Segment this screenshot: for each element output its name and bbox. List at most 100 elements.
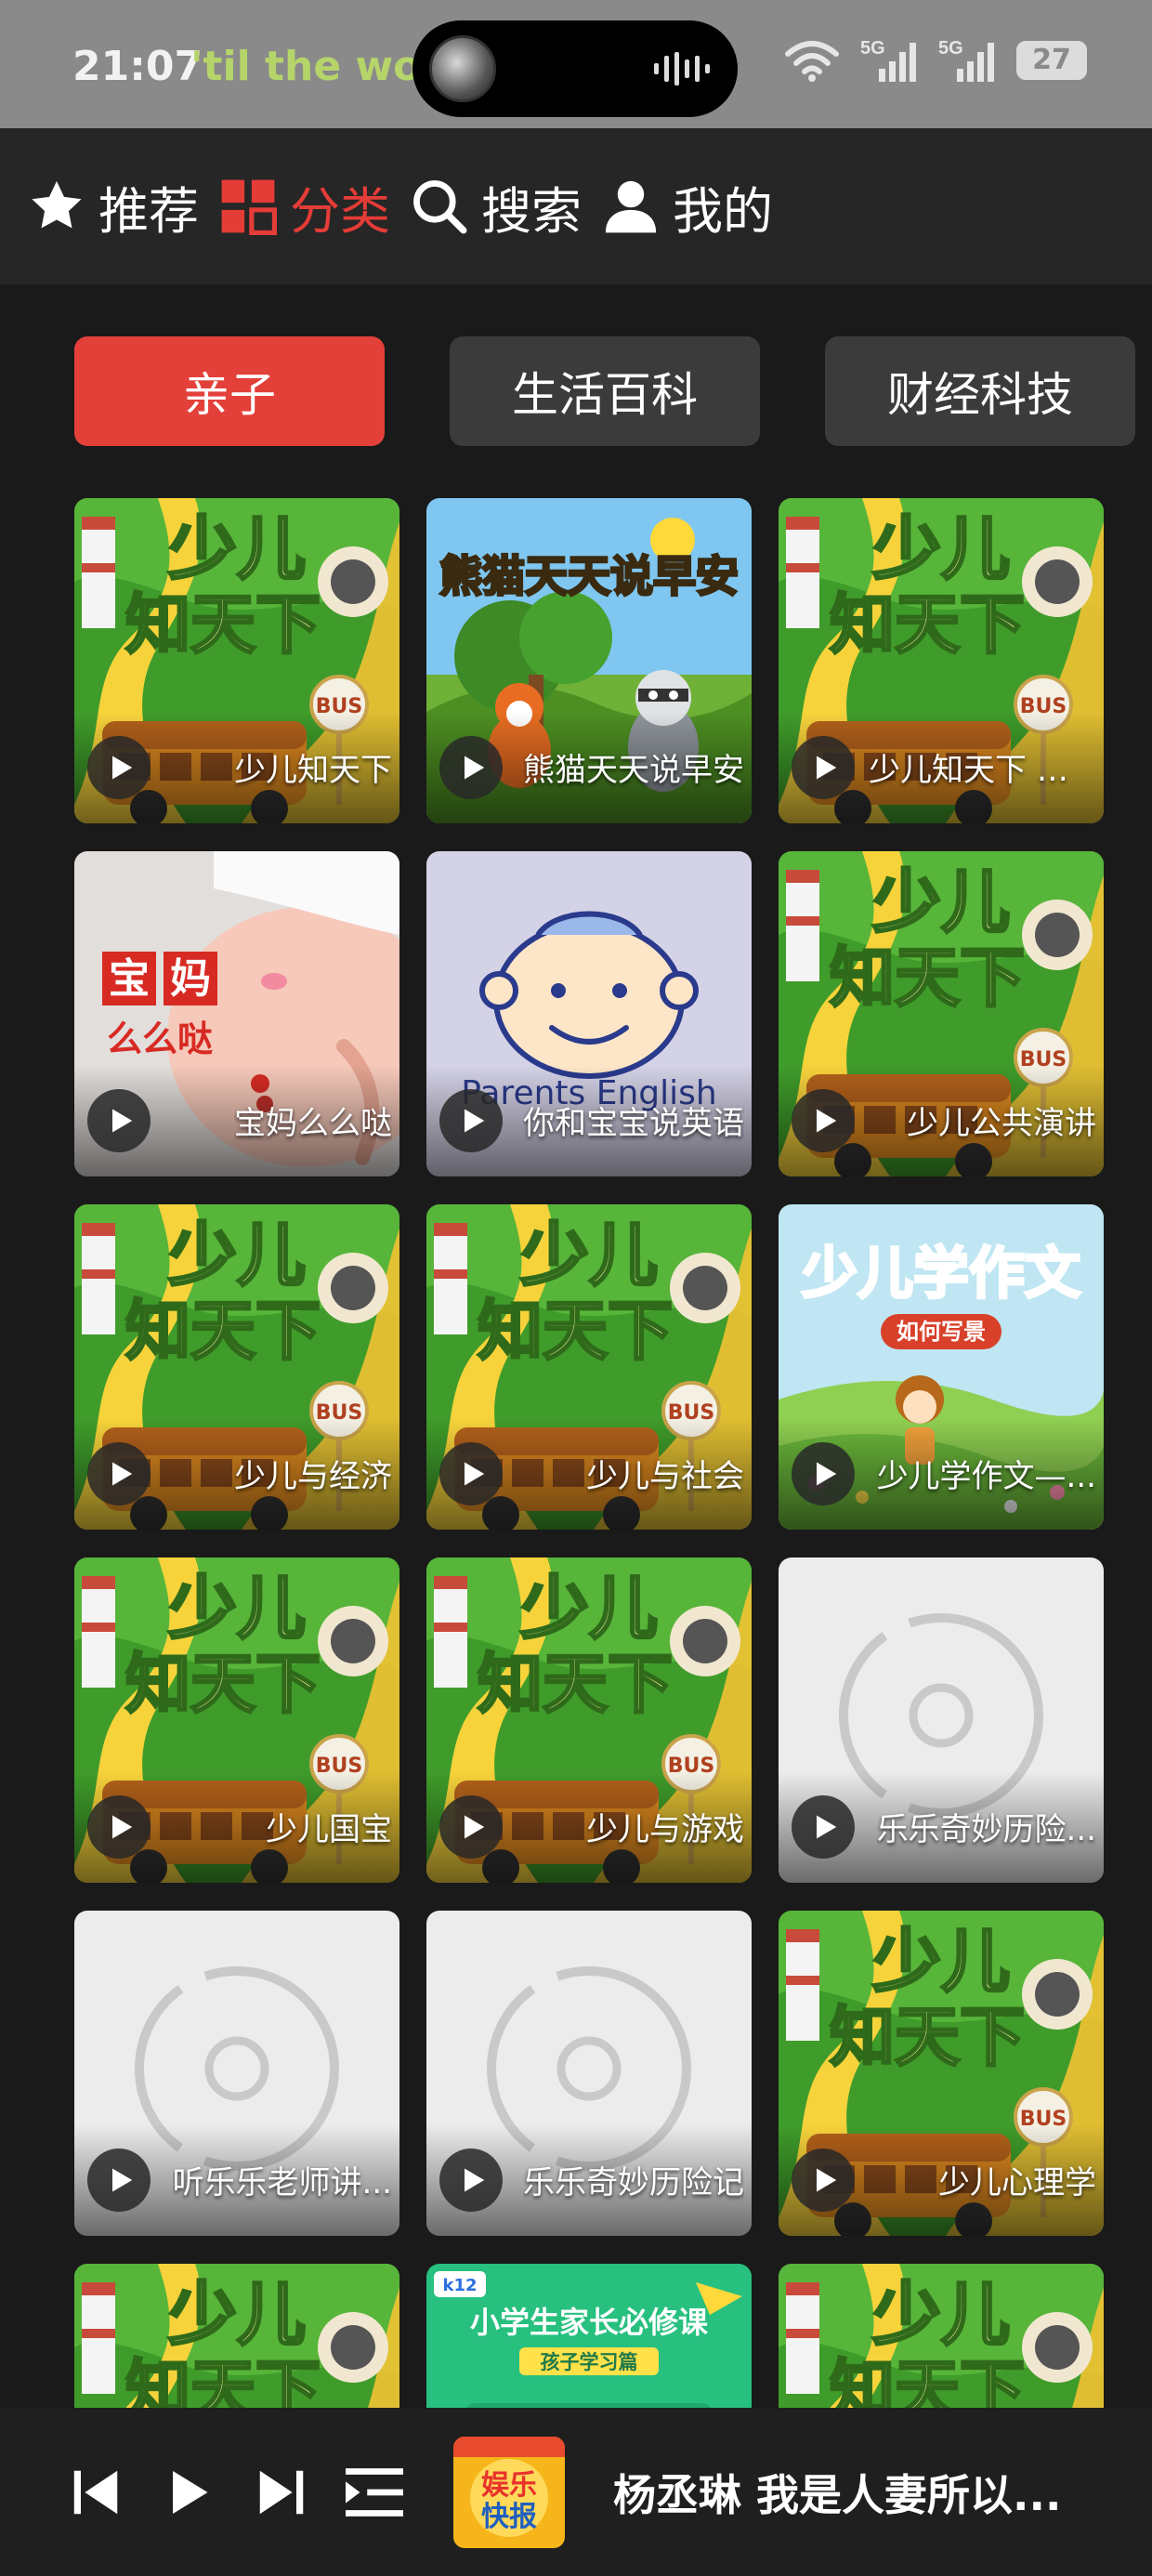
album-title: 少儿知天下 [234, 752, 392, 789]
play-button[interactable] [439, 736, 503, 799]
svg-text:如何写景: 如何写景 [897, 1319, 986, 1345]
album-card[interactable]: 熊猫天天说早安 熊猫天天说早安 [426, 498, 752, 823]
tab-finance-tech[interactable]: 财经科技 [825, 336, 1135, 446]
album-card[interactable]: 听乐乐老师讲... [74, 1911, 399, 2236]
play-button[interactable] [792, 1795, 855, 1859]
play-icon [464, 1462, 484, 1486]
album-card[interactable]: 少儿 知天下 BUS 少儿知天下 拆条 [779, 498, 1104, 823]
now-playing-cover[interactable]: 娱乐 快报 [453, 2436, 565, 2548]
album-card[interactable]: Parents English 你和宝宝说英语 [426, 851, 752, 1176]
album-title: 你和宝宝说英语 [523, 1105, 744, 1142]
album-card[interactable]: 少儿学作文 如何写景 少儿学作文—... [779, 1204, 1104, 1530]
album-card[interactable]: 少儿 知天下 BUS 少儿与游戏 [426, 1557, 752, 1883]
svg-text:少儿: 少儿 [168, 509, 306, 589]
now-playing-title[interactable]: 杨丞琳 我是人妻所以... [613, 2462, 1061, 2523]
play-icon [816, 1462, 836, 1486]
svg-text:娱乐: 娱乐 [481, 2469, 537, 2502]
album-card[interactable]: 少儿 知天下 BUS 少儿与经济 [74, 1204, 399, 1530]
album-cover: k12 小学生家长必修课 孩子学习篇 [426, 2264, 752, 2408]
music-avatar-icon [429, 35, 496, 102]
svg-text:少儿: 少儿 [872, 2275, 1010, 2355]
play-button[interactable] [87, 736, 151, 799]
dynamic-island[interactable] [412, 20, 738, 117]
album-title: 少儿心理学 [938, 2164, 1096, 2201]
svg-text:k12: k12 [442, 2276, 477, 2295]
nav-recommend-label: 推荐 [98, 181, 199, 241]
svg-text:知天下: 知天下 [125, 1293, 321, 1369]
play-icon [111, 1109, 132, 1133]
svg-text:5G: 5G [938, 38, 963, 59]
svg-text:小学生家长必修课: 小学生家长必修课 [470, 2305, 709, 2340]
svg-text:少儿: 少儿 [168, 2275, 306, 2355]
play-icon [111, 1815, 132, 1839]
album-title: 少儿与经济 [234, 1458, 392, 1495]
album-card[interactable]: 少儿 知天下 BUS 少儿心理学 [779, 1911, 1104, 2236]
play-icon [111, 1462, 132, 1486]
album-card[interactable]: 宝 妈 么么哒 宝妈么么哒 [74, 851, 399, 1176]
play-button[interactable] [439, 1442, 503, 1505]
play-icon [111, 2168, 132, 2192]
svg-text:知天下: 知天下 [125, 2352, 321, 2408]
nav-category[interactable]: 分类 [219, 170, 390, 243]
nav-search[interactable]: 搜索 [411, 170, 582, 243]
nav-recommend[interactable]: 推荐 [28, 170, 199, 243]
album-grid[interactable]: 少儿 知天下 BUS 少儿知天下 熊猫天天说早安 熊猫天天说早安 少儿 知天下 … [74, 498, 1106, 2408]
album-card[interactable]: 乐乐奇妙历险记 [426, 1911, 752, 2236]
svg-text:少儿: 少儿 [520, 1216, 658, 1295]
play-button[interactable] [792, 1442, 855, 1505]
play-icon [111, 756, 132, 780]
play-button[interactable] [792, 2149, 855, 2212]
signal-5g-icon: 5G [938, 38, 994, 82]
svg-text:么么哒: 么么哒 [107, 1019, 213, 1059]
play-button[interactable] [439, 2149, 503, 2212]
album-title: 少儿公共演讲 [907, 1105, 1096, 1142]
album-title: 少儿知天下 拆条 [869, 752, 1096, 789]
album-card[interactable]: 乐乐奇妙历险... [779, 1557, 1104, 1883]
now-playing-cover-art: 娱乐 快报 [453, 2436, 565, 2548]
user-icon [605, 180, 657, 233]
star-icon [32, 180, 82, 229]
album-card[interactable]: 少儿 知天下 BUS [74, 2264, 399, 2408]
svg-text:少儿: 少儿 [872, 509, 1010, 589]
album-card[interactable]: 少儿 知天下 BUS 少儿国宝 [74, 1557, 399, 1883]
play-icon [816, 1815, 836, 1839]
play-button[interactable] [87, 2149, 151, 2212]
tab-life-encyclopedia[interactable]: 生活百科 [450, 336, 760, 446]
status-time: 21:07 [72, 43, 203, 90]
playlist-button[interactable] [342, 2460, 407, 2525]
album-card[interactable]: 少儿 知天下 BUS 少儿知天下 [74, 498, 399, 823]
previous-button[interactable] [63, 2460, 128, 2525]
skip-next-icon [259, 2470, 304, 2514]
album-card[interactable]: k12 小学生家长必修课 孩子学习篇 [426, 2264, 752, 2408]
play-button[interactable] [792, 1089, 855, 1152]
play-button[interactable] [439, 1089, 503, 1152]
svg-text:少儿: 少儿 [872, 862, 1010, 942]
album-title: 宝妈么么哒 [234, 1105, 392, 1142]
play-button[interactable] [87, 1442, 151, 1505]
svg-text:知天下: 知天下 [830, 940, 1025, 1016]
album-card[interactable]: 少儿 知天下 BUS [779, 2264, 1104, 2408]
tab-parenting[interactable]: 亲子 [74, 336, 385, 446]
svg-text:少儿: 少儿 [168, 1216, 306, 1295]
svg-text:熊猫天天说早安: 熊猫天天说早安 [439, 551, 739, 601]
album-card[interactable]: 少儿 知天下 BUS 少儿公共演讲 [779, 851, 1104, 1176]
play-button[interactable] [439, 1795, 503, 1859]
battery-indicator: 27 [1016, 41, 1087, 80]
play-icon [816, 2168, 836, 2192]
play-button[interactable] [792, 736, 855, 799]
album-title: 少儿与社会 [586, 1458, 744, 1495]
mini-player: 娱乐 快报 杨丞琳 我是人妻所以... [0, 2408, 1152, 2576]
svg-text:少儿: 少儿 [520, 1569, 658, 1649]
nav-mine[interactable]: 我的 [602, 170, 773, 243]
album-card[interactable]: 少儿 知天下 BUS 少儿与社会 [426, 1204, 752, 1530]
nav-search-label: 搜索 [481, 181, 582, 241]
play-button[interactable] [87, 1795, 151, 1859]
playlist-icon [346, 2467, 403, 2517]
play-button[interactable] [87, 1089, 151, 1152]
svg-text:少儿: 少儿 [872, 1922, 1010, 2002]
play-button[interactable] [156, 2460, 221, 2525]
album-title: 乐乐奇妙历险... [876, 1811, 1096, 1848]
next-button[interactable] [249, 2460, 314, 2525]
wifi-icon [785, 41, 839, 82]
play-icon [816, 1109, 836, 1133]
